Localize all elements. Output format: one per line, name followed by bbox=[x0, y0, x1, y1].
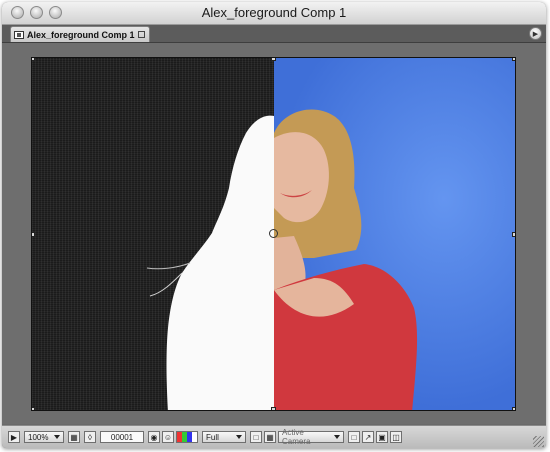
resolution-value: Full bbox=[206, 432, 219, 442]
view-layout-icon[interactable]: □ bbox=[348, 431, 360, 443]
tab-label: Alex_foreground Comp 1 bbox=[27, 29, 135, 40]
magnification-dropdown[interactable]: 100% bbox=[24, 431, 64, 443]
panel-menu-icon[interactable]: ▶ bbox=[529, 27, 542, 40]
window-title: Alex_foreground Comp 1 bbox=[201, 5, 347, 20]
tab-composition[interactable]: Alex_foreground Comp 1 bbox=[10, 26, 150, 42]
channel-rgb-icon[interactable] bbox=[176, 431, 198, 443]
resolution-dropdown[interactable]: Full bbox=[202, 431, 246, 443]
pixel-aspect-icon[interactable]: ↗ bbox=[362, 431, 374, 443]
anchor-point-icon[interactable] bbox=[269, 229, 278, 238]
always-preview-icon[interactable]: ▶ bbox=[8, 431, 20, 443]
composition-window: Alex_foreground Comp 1 Alex_foreground C… bbox=[2, 2, 546, 448]
resize-grip-icon[interactable] bbox=[533, 436, 544, 447]
grid-icon[interactable]: ▦ bbox=[68, 431, 80, 443]
handle-bottom-center[interactable] bbox=[271, 407, 276, 410]
handle-top-left[interactable] bbox=[32, 58, 35, 61]
tab-strip: Alex_foreground Comp 1 ▶ bbox=[2, 25, 546, 43]
mask-icon[interactable]: ◊ bbox=[84, 431, 96, 443]
show-snapshot-icon[interactable]: ☺ bbox=[162, 431, 174, 443]
handle-middle-left[interactable] bbox=[32, 232, 35, 237]
handle-top-center[interactable] bbox=[271, 58, 276, 61]
region-of-interest-icon[interactable]: □ bbox=[250, 431, 262, 443]
magnification-value: 100% bbox=[28, 432, 49, 442]
title-bar[interactable]: Alex_foreground Comp 1 bbox=[2, 2, 546, 25]
fast-previews-icon[interactable]: ▣ bbox=[376, 431, 388, 443]
composition-icon bbox=[14, 30, 24, 39]
flowchart-icon[interactable]: ◫ bbox=[390, 431, 402, 443]
composition-viewer[interactable] bbox=[2, 43, 546, 424]
camera-value: Active Camera bbox=[282, 428, 311, 446]
viewer-toolbar: ▶ 100% ▦ ◊ 00001 ◉ ☺ Full □ ▦ Active Cam… bbox=[2, 425, 546, 448]
handle-middle-right[interactable] bbox=[512, 232, 515, 237]
subject-figure bbox=[274, 109, 418, 410]
timecode-field[interactable]: 00001 bbox=[100, 431, 144, 443]
handle-bottom-left[interactable] bbox=[32, 407, 35, 410]
composition-canvas[interactable] bbox=[31, 57, 516, 411]
snapshot-icon[interactable]: ◉ bbox=[148, 431, 160, 443]
handle-bottom-right[interactable] bbox=[512, 407, 515, 410]
camera-dropdown[interactable]: Active Camera bbox=[278, 428, 344, 446]
close-tab-icon[interactable] bbox=[138, 31, 145, 38]
handle-top-right[interactable] bbox=[512, 58, 515, 61]
transparency-grid-icon[interactable]: ▦ bbox=[264, 431, 276, 443]
